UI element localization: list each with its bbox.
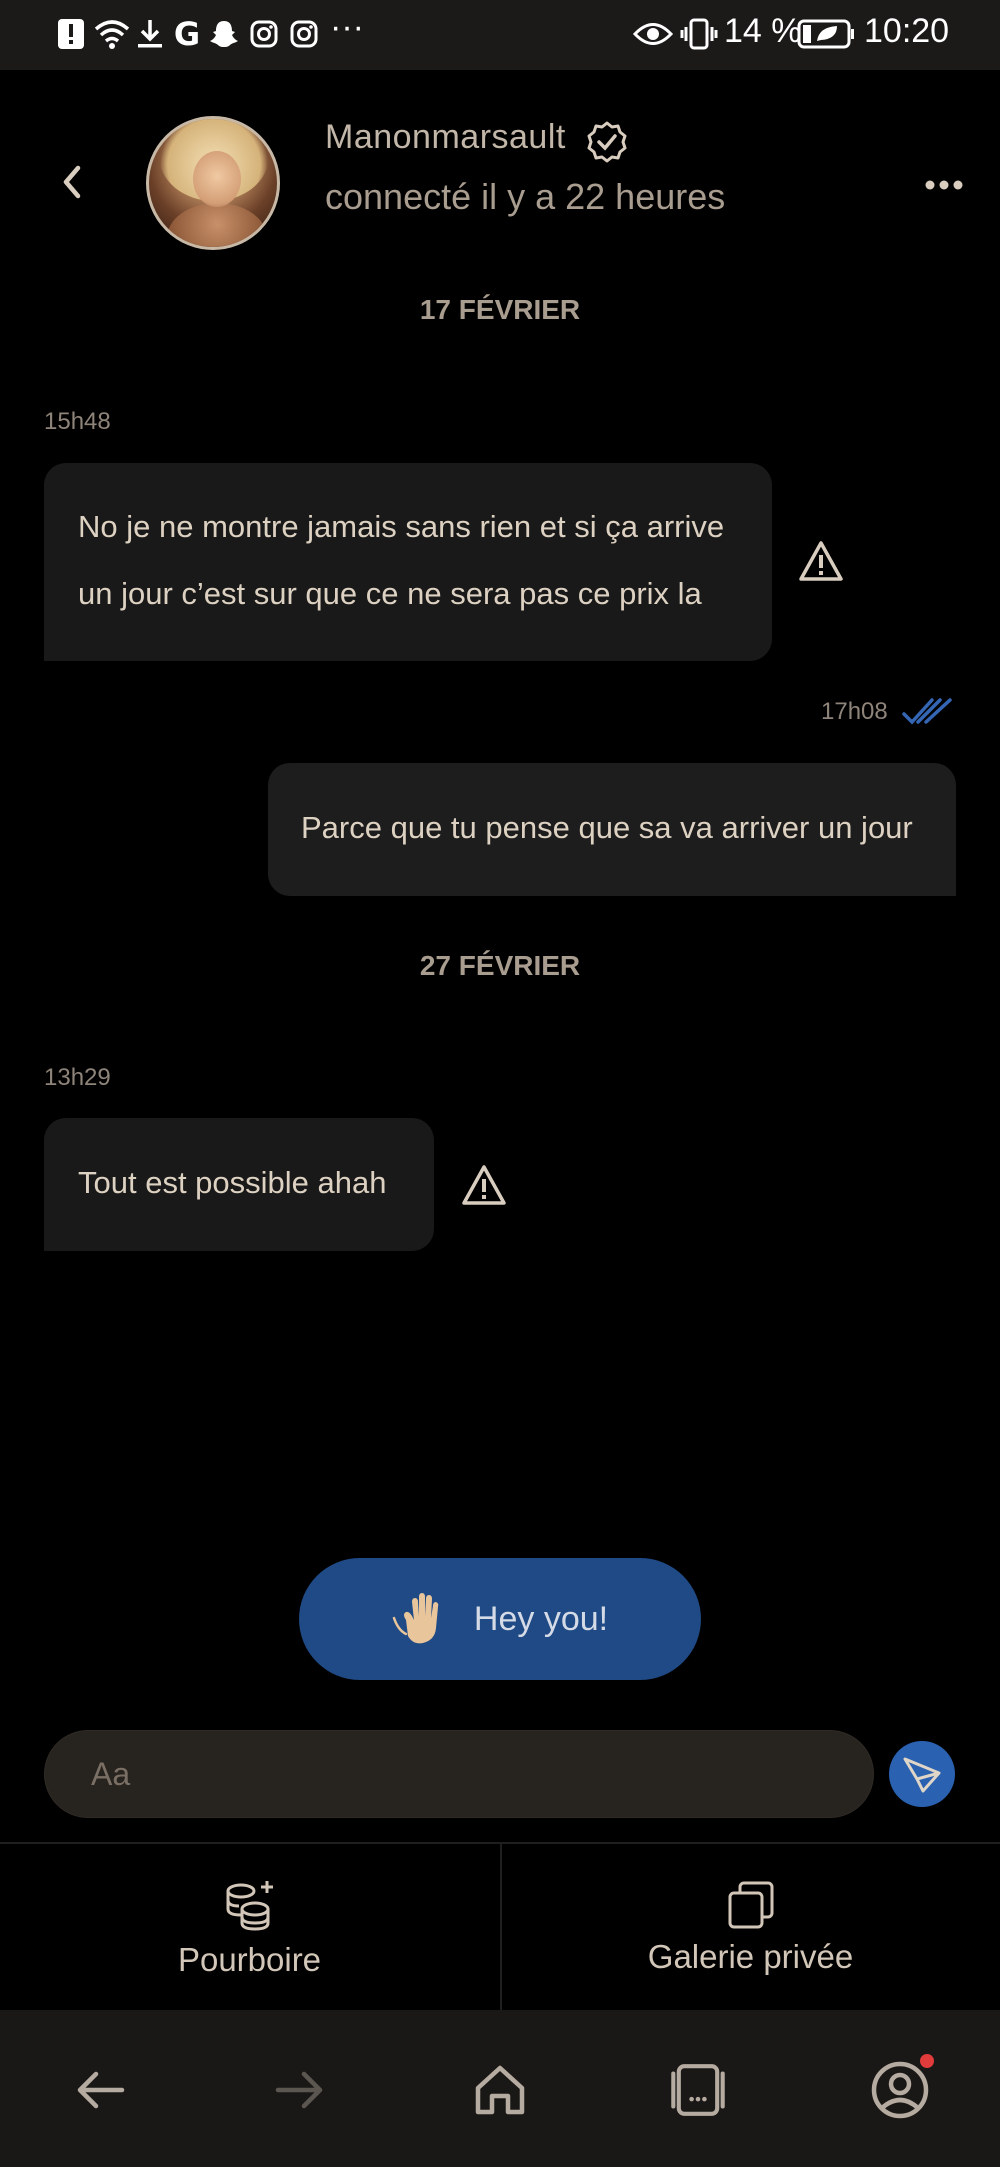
last-seen-status: connecté il y a 22 heures: [325, 176, 726, 217]
hey-you-label: Hey you!: [473, 1599, 609, 1638]
message-text: Tout est possible ahah: [78, 1165, 387, 1200]
divider: [500, 1844, 502, 2010]
battery-saver-icon: [796, 16, 856, 52]
chevron-left-icon: [63, 165, 81, 199]
more-horizontal-icon: [925, 180, 963, 190]
more-notifications-indicator: ···: [330, 8, 364, 46]
message-bubble-outgoing[interactable]: Parce que tu pense que sa va arriver un …: [268, 763, 956, 896]
alert-notification-icon: [56, 16, 86, 52]
status-bar: G ··· 14 % 10:20: [0, 0, 1000, 70]
snapchat-icon: [208, 16, 240, 52]
username[interactable]: Manonmarsault: [325, 118, 566, 157]
hey-you-button[interactable]: Hey you!: [299, 1558, 701, 1680]
avatar[interactable]: [146, 116, 280, 250]
account-circle-icon: [871, 2061, 929, 2119]
download-icon: [134, 16, 166, 52]
wifi-icon: [92, 16, 132, 52]
vibrate-icon: [680, 16, 718, 52]
tabs-icon: [671, 2064, 725, 2116]
message-time: 13h29: [44, 1064, 111, 1091]
coins-plus-icon: [226, 1881, 273, 1931]
nav-back-button[interactable]: [68, 2058, 132, 2122]
back-button[interactable]: [52, 160, 96, 204]
message-bubble-incoming[interactable]: Tout est possible ahah: [44, 1118, 434, 1251]
arrow-left-icon: [77, 2071, 125, 2109]
copy-gallery-icon: [728, 1881, 773, 1929]
message-time: 15h48: [44, 408, 111, 435]
tip-button[interactable]: Pourboire: [0, 1844, 499, 2012]
message-input[interactable]: Aa: [44, 1730, 874, 1818]
message-text: Parce que tu pense que sa va arriver un …: [301, 810, 913, 845]
nav-home-button[interactable]: [468, 2058, 532, 2122]
eye-icon: [632, 16, 674, 52]
notification-dot: [920, 2054, 934, 2068]
nav-profile-button[interactable]: [868, 2054, 934, 2122]
date-separator: 27 FÉVRIER: [419, 950, 581, 981]
report-warning-icon[interactable]: [798, 540, 844, 582]
tip-label: Pourboire: [177, 1941, 322, 1978]
arrow-right-icon: [275, 2071, 323, 2109]
date-separator: 17 FÉVRIER: [419, 294, 581, 325]
more-options-button[interactable]: [924, 176, 964, 190]
send-icon: [903, 1757, 941, 1793]
message-time: 17h08: [821, 698, 888, 725]
nav-forward-button[interactable]: [268, 2058, 332, 2122]
private-gallery-label: Galerie privée: [647, 1938, 854, 1975]
waving-hand-icon: [392, 1593, 439, 1644]
browser-nav-bar: [0, 2010, 1000, 2167]
home-icon: [475, 2065, 525, 2115]
google-icon: G: [173, 15, 201, 53]
nav-tabs-button[interactable]: [666, 2058, 730, 2122]
battery-percent: 14 %: [724, 12, 802, 50]
report-warning-icon[interactable]: [461, 1164, 507, 1206]
instagram-icon: [288, 16, 320, 52]
send-button[interactable]: [889, 1741, 955, 1807]
message-text-line: un jour c’est sur que ce ne sera pas ce …: [78, 576, 702, 611]
message-bubble-incoming[interactable]: No je ne montre jamais sans rien et si ç…: [44, 463, 772, 661]
message-text-line: No je ne montre jamais sans rien et si ç…: [78, 509, 725, 544]
clock: 10:20: [864, 12, 950, 50]
private-gallery-button[interactable]: Galerie privée: [501, 1844, 1000, 2012]
read-receipt-icon: [902, 696, 954, 726]
verified-badge-icon: [585, 120, 629, 164]
instagram-icon: [248, 16, 280, 52]
